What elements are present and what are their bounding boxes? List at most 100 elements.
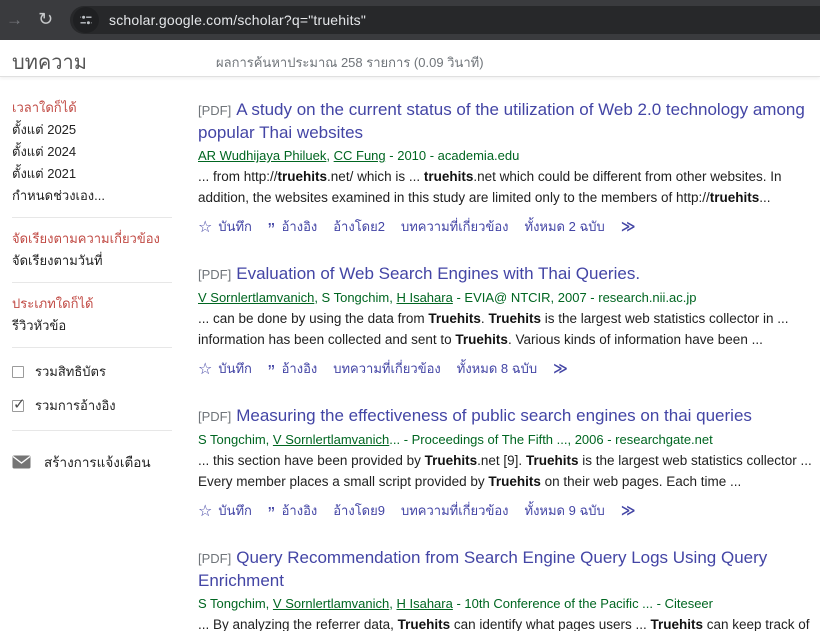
sidebar-divider	[12, 217, 172, 218]
checkbox-label: รวมการอ้างอิง	[35, 395, 116, 416]
related-articles-button[interactable]: บทความที่เกี่ยวข้อง	[333, 358, 441, 379]
star-icon: ☆	[198, 359, 212, 379]
result-actions: ☆บันทึก ” อ้างอิง บทความที่เกี่ยวข้อง ทั้งหม…	[198, 358, 820, 379]
action-label: บทความที่เกี่ยวข้อง	[333, 358, 441, 379]
author-link[interactable]: H Isahara	[396, 596, 452, 611]
action-label: อ้างโดย2	[333, 216, 385, 237]
include-patents-checkbox[interactable]: รวมสิทธิบัตร	[12, 361, 188, 382]
result-title-link[interactable]: Measuring the effectiveness of public se…	[236, 406, 752, 425]
filter-since-2021[interactable]: ตั้งแต่ 2021	[12, 166, 164, 181]
more-chevron-icon: ≫	[621, 502, 636, 519]
snippet-text: .net/ which is ...	[327, 169, 424, 184]
sort-by-relevance[interactable]: จัดเรียงตามความเกี่ยวข้อง	[12, 231, 164, 246]
action-label: อ้างโดย9	[333, 500, 385, 521]
forward-icon[interactable]: →	[6, 10, 23, 30]
search-result: [PDF]Query Recommendation from Search En…	[198, 547, 820, 631]
all-versions-button[interactable]: ทั้งหมด 8 ฉบับ	[457, 358, 537, 379]
result-snippet: ... By analyzing the referrer data, True…	[198, 614, 820, 631]
result-title: [PDF]A study on the current status of th…	[198, 99, 820, 144]
sort-by-date[interactable]: จัดเรียงตามวันที่	[12, 253, 164, 268]
cite-button[interactable]: ”อ้างอิง	[268, 500, 317, 521]
create-alert-button[interactable]: สร้างการแจ้งเตือน	[12, 451, 188, 473]
tune-icon	[79, 13, 93, 27]
result-title-link[interactable]: A study on the current status of the uti…	[198, 100, 805, 142]
result-byline: V Sornlertlamvanich, S Tongchim, H Isaha…	[198, 290, 820, 305]
star-icon: ☆	[198, 217, 212, 237]
cite-quote-icon: ”	[268, 510, 276, 520]
snippet-text: ...	[759, 190, 770, 205]
pdf-tag: [PDF]	[198, 103, 231, 118]
filter-review-articles[interactable]: รีวิวหัวข้อ	[12, 318, 164, 333]
author-link[interactable]: H Isahara	[396, 290, 452, 305]
filters-sidebar: เวลาใดก็ได้ ตั้งแต่ 2025 ตั้งแต่ 2024 ตั…	[0, 77, 198, 631]
cite-quote-icon: ”	[268, 226, 276, 236]
filter-since-2025[interactable]: ตั้งแต่ 2025	[12, 122, 164, 137]
byline-text: ... - Proceedings of The Fifth ..., 2006…	[389, 432, 713, 447]
checkbox-label: รวมสิทธิบัตร	[35, 361, 106, 382]
cited-by-button[interactable]: อ้างโดย2	[333, 216, 385, 237]
related-articles-button[interactable]: บทความที่เกี่ยวข้อง	[401, 216, 509, 237]
action-label: บทความที่เกี่ยวข้อง	[401, 216, 509, 237]
action-label: อ้างอิง	[282, 358, 318, 379]
reload-icon[interactable]: ↻	[38, 9, 53, 30]
include-citations-checkbox[interactable]: ✓ รวมการอ้างอิง	[12, 395, 188, 416]
cite-button[interactable]: ” อ้างอิง	[268, 358, 317, 379]
more-actions-button[interactable]: ≫	[621, 218, 636, 235]
result-byline: AR Wudhijaya Philuek, CC Fung - 2010 - a…	[198, 148, 820, 163]
result-title: [PDF]Measuring the effectiveness of publ…	[198, 405, 820, 428]
author-link[interactable]: V Sornlertlamvanich	[198, 290, 314, 305]
more-actions-button[interactable]: ≫	[553, 360, 568, 377]
snippet-text: Truehits	[398, 617, 451, 631]
result-title: [PDF]Query Recommendation from Search En…	[198, 547, 820, 592]
author-link[interactable]: CC Fung	[334, 148, 386, 163]
filter-any-type[interactable]: ประเภทใดก็ได้	[12, 296, 164, 311]
url-text: scholar.google.com/scholar?q="truehits"	[109, 12, 366, 28]
all-versions-button[interactable]: ทั้งหมด 2 ฉบับ	[525, 216, 605, 237]
byline-text: - 2010 - academia.edu	[386, 148, 520, 163]
address-bar[interactable]: scholar.google.com/scholar?q="truehits"	[70, 6, 820, 34]
browser-toolbar: → ↻ scholar.google.com/scholar?q="truehi…	[0, 0, 820, 40]
filter-custom-range[interactable]: กำหนดช่วงเอง...	[12, 188, 164, 203]
all-versions-button[interactable]: ทั้งหมด 9 ฉบับ	[525, 500, 605, 521]
save-button[interactable]: ☆บันทึก	[198, 358, 252, 379]
snippet-text: ... this section have been provided by	[198, 453, 425, 468]
search-result: [PDF]A study on the current status of th…	[198, 99, 820, 237]
site-settings-icon[interactable]	[73, 7, 99, 33]
save-button[interactable]: ☆บันทึก	[198, 216, 252, 237]
result-byline: S Tongchim, V Sornlertlamvanich... - Pro…	[198, 432, 820, 447]
filter-since-2024[interactable]: ตั้งแต่ 2024	[12, 144, 164, 159]
search-result: [PDF]Measuring the effectiveness of publ…	[198, 405, 820, 521]
snippet-text: truehits	[424, 169, 474, 184]
byline-text: , S Tongchim,	[314, 290, 396, 305]
author-link[interactable]: V Sornlertlamvanich	[273, 596, 389, 611]
envelope-icon	[12, 455, 31, 469]
snippet-text: ... can be done by using the data from	[198, 311, 428, 326]
more-chevron-icon: ≫	[553, 360, 568, 377]
author-link[interactable]: V Sornlertlamvanich	[273, 432, 389, 447]
cite-quote-icon: ”	[268, 368, 276, 378]
filter-any-time[interactable]: เวลาใดก็ได้	[12, 100, 164, 115]
result-actions: ☆บันทึก ”อ้างอิง อ้างโดย2 บทความที่เกี่ยวข้…	[198, 216, 820, 237]
snippet-text: on their web pages. Each time ...	[541, 474, 741, 489]
cite-button[interactable]: ”อ้างอิง	[268, 216, 317, 237]
star-icon: ☆	[198, 501, 212, 521]
snippet-text: ... By analyzing the referrer data,	[198, 617, 398, 631]
snippet-text: Truehits	[526, 453, 579, 468]
result-title-link[interactable]: Evaluation of Web Search Engines with Th…	[236, 264, 640, 283]
save-button[interactable]: ☆บันทึก	[198, 500, 252, 521]
snippet-text: ... from http://	[198, 169, 278, 184]
sidebar-divider	[12, 430, 172, 431]
related-articles-button[interactable]: บทความที่เกี่ยวข้อง	[401, 500, 509, 521]
author-link[interactable]: AR Wudhijaya Philuek	[198, 148, 326, 163]
snippet-text: Truehits	[650, 617, 703, 631]
result-title-link[interactable]: Query Recommendation from Search Engine …	[198, 548, 767, 590]
snippet-text: Truehits	[425, 453, 478, 468]
result-snippet: ... this section have been provided by T…	[198, 450, 820, 492]
byline-text: S Tongchim,	[198, 596, 273, 611]
result-actions: ☆บันทึก ”อ้างอิง อ้างโดย9 บทความที่เกี่ยวข้…	[198, 500, 820, 521]
action-label: ทั้งหมด 2 ฉบับ	[525, 216, 605, 237]
cited-by-button[interactable]: อ้างโดย9	[333, 500, 385, 521]
more-actions-button[interactable]: ≫	[621, 502, 636, 519]
snippet-text: Truehits	[488, 474, 541, 489]
byline-text: ,	[326, 148, 333, 163]
